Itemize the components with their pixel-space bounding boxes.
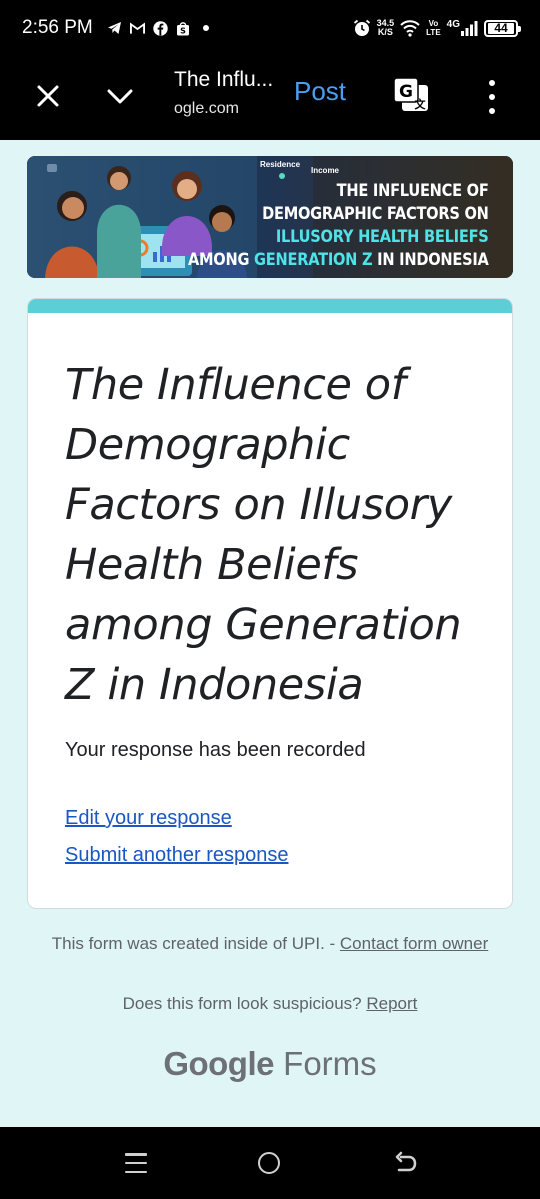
suspicious-notice: Does this form look suspicious? Report (122, 994, 418, 1013)
form-header-banner: Residence Income The Influence of Demogr… (27, 156, 513, 278)
form-created-notice: This form was created inside of UPI. - C… (51, 934, 489, 953)
svg-text:S: S (180, 26, 186, 35)
banner-heading: The Influence of Demographic Factors on … (188, 181, 489, 270)
post-button[interactable]: Post (294, 76, 346, 107)
battery-icon: 44 (484, 19, 521, 37)
telegram-icon (107, 21, 122, 36)
home-icon[interactable] (258, 1152, 280, 1174)
page-title-block[interactable]: The Influ... ogle.com (174, 68, 286, 118)
status-time: 2:56 PM (22, 17, 93, 38)
network-type: 4G (446, 18, 460, 30)
page-title: The Influ... (174, 68, 274, 91)
submit-another-link[interactable]: Submit another response (65, 844, 288, 867)
gmail-icon (129, 21, 145, 36)
dot-icon (199, 21, 214, 36)
report-link[interactable]: Report (366, 994, 417, 1013)
alarm-icon (353, 19, 371, 37)
back-icon[interactable] (393, 1151, 419, 1177)
card-accent-bar (28, 299, 512, 313)
banner-chip-residence: Residence (260, 160, 301, 169)
chevron-down-icon[interactable] (102, 78, 138, 114)
google-forms-logo[interactable]: Google Forms (0, 1045, 540, 1083)
form-title: The Influence of Demographic Factors on … (65, 360, 462, 710)
svg-text:文: 文 (415, 97, 427, 111)
translate-icon[interactable]: G 文 (392, 76, 430, 114)
wifi-icon (400, 19, 420, 37)
net-speed: 34.5 K/S (376, 18, 395, 37)
edit-response-link[interactable]: Edit your response (65, 807, 232, 830)
browser-toolbar: The Influ... ogle.com Post G 文 (0, 56, 540, 140)
response-card: The Influence of Demographic Factors on … (27, 298, 513, 909)
more-vert-icon[interactable] (478, 80, 506, 114)
page-url: ogle.com (174, 100, 239, 117)
response-recorded-message: Your response has been recorded (65, 739, 366, 761)
status-bar: 2:56 PM S 34.5 K/S Vo LTE 4G 44 (0, 0, 540, 56)
facebook-icon (153, 20, 168, 36)
notification-icons: S (107, 20, 214, 36)
volte-indicator: Vo LTE (426, 19, 441, 37)
close-icon[interactable] (30, 78, 66, 114)
svg-text:G: G (399, 82, 413, 102)
form-page: Residence Income The Influence of Demogr… (0, 140, 540, 1127)
system-nav-bar (0, 1127, 540, 1199)
banner-chip-income: Income (311, 166, 340, 175)
contact-owner-link[interactable]: Contact form owner (340, 934, 488, 953)
signal-icon (460, 20, 478, 36)
recent-apps-icon[interactable] (125, 1153, 147, 1173)
shopee-icon: S (176, 21, 191, 36)
